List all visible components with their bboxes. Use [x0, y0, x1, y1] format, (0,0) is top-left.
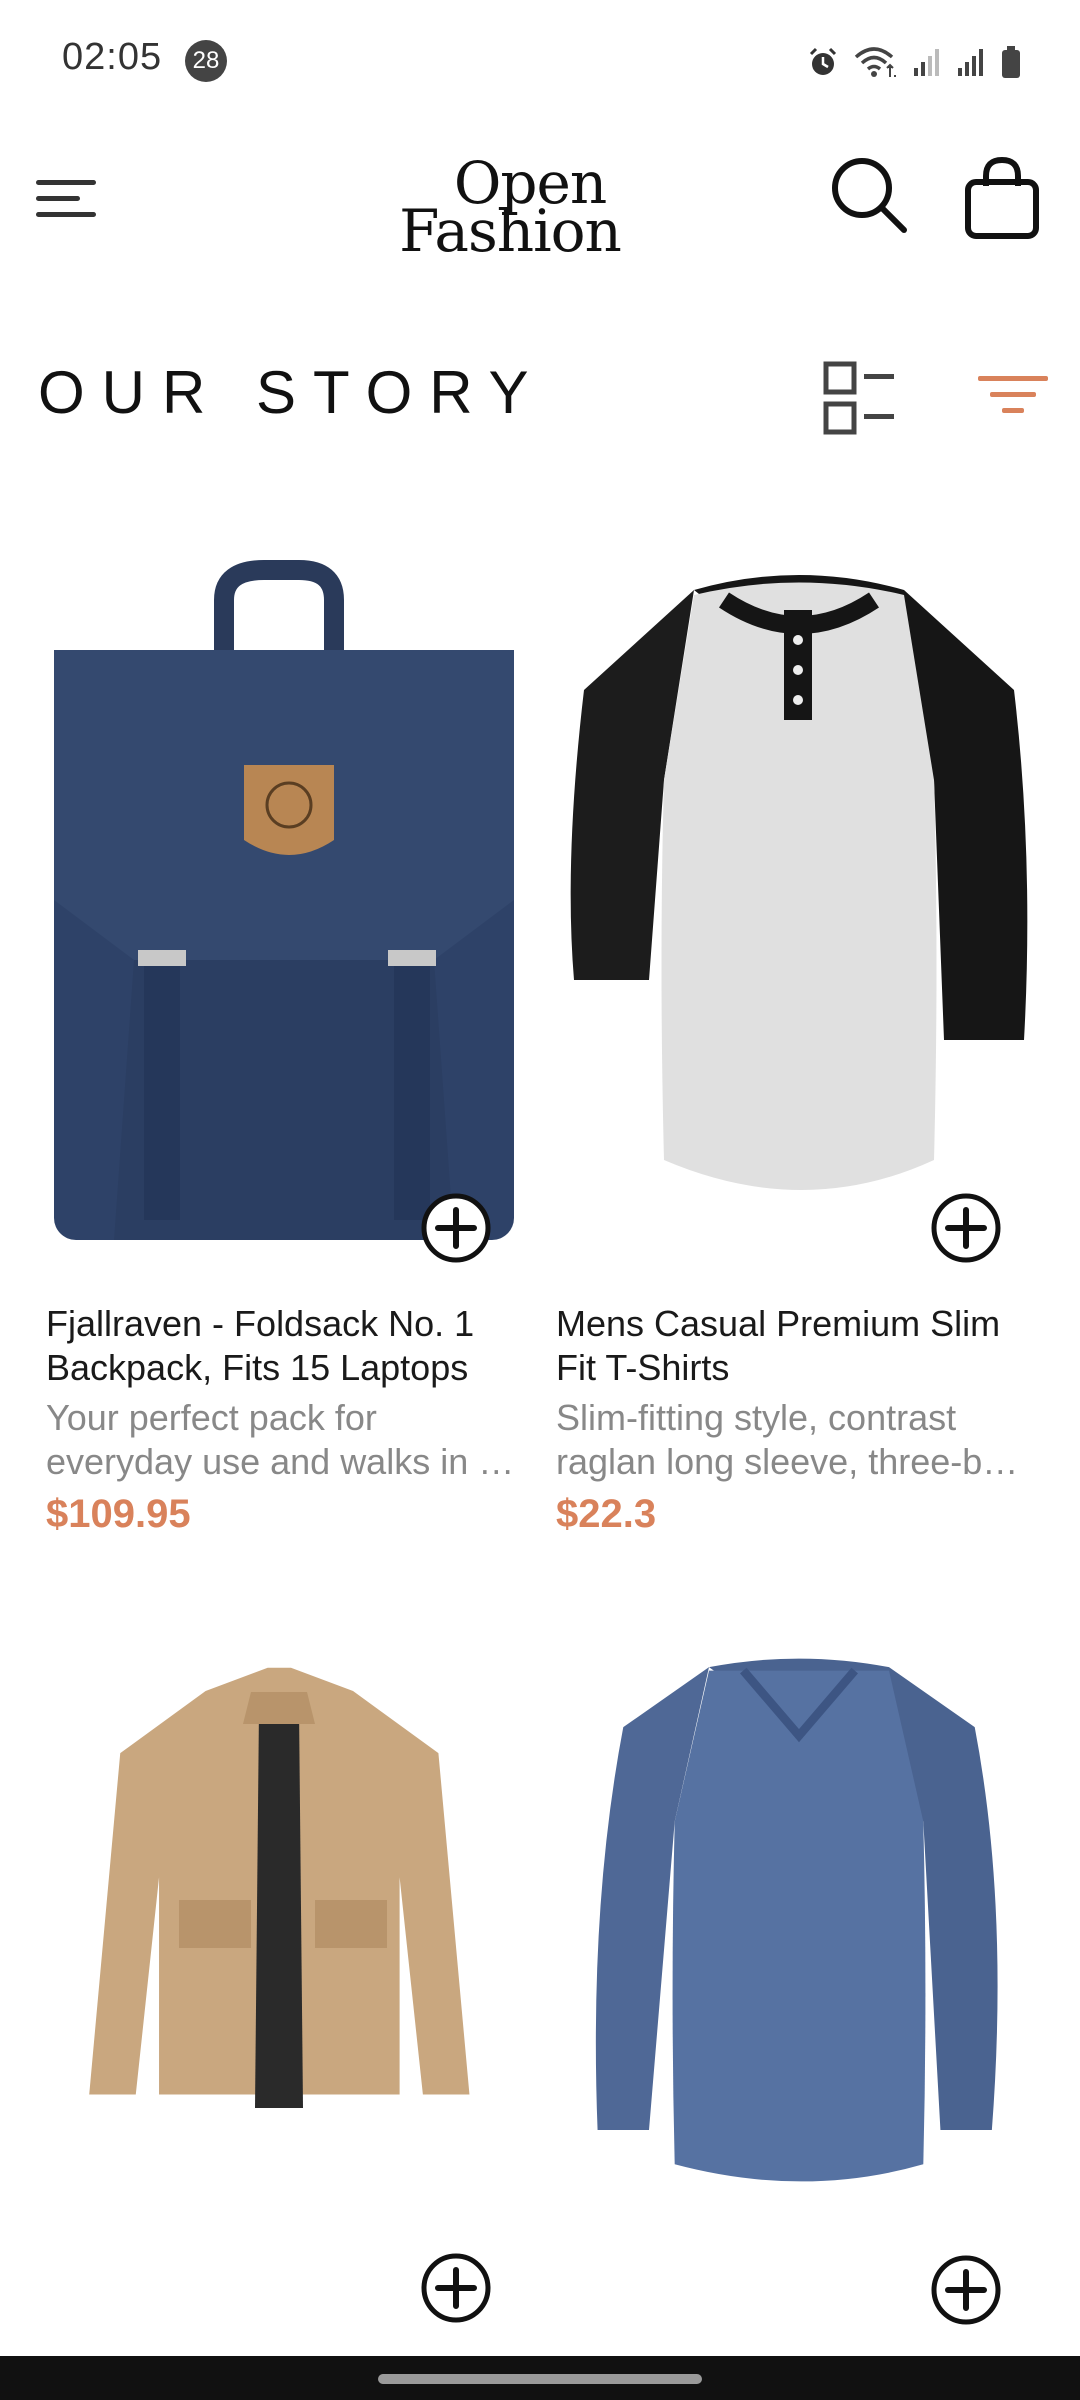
product-price: $22.3 [556, 1492, 657, 1536]
status-time: 02:05 [62, 36, 163, 78]
wifi-icon [854, 47, 896, 77]
shopping-bag-button[interactable] [960, 152, 1044, 242]
product-name[interactable]: Mens Casual Premium Slim Fit T-Shirts [556, 1302, 1036, 1390]
add-to-cart-button[interactable] [420, 2252, 492, 2324]
filter-button[interactable] [976, 372, 1050, 422]
product-card[interactable] [34, 1660, 524, 2323]
status-bar: 02:05 28 [0, 0, 1080, 120]
signal-icon [914, 49, 939, 76]
battery-icon [1002, 46, 1020, 78]
system-navigation-bar [0, 2356, 1080, 2400]
product-image-backpack[interactable] [34, 540, 524, 1240]
grid-layout-icon [823, 361, 894, 435]
search-button[interactable] [828, 154, 912, 238]
product-image-raglan-shirt[interactable] [554, 540, 1044, 1240]
product-card[interactable] [554, 1650, 1044, 2325]
add-to-cart-button[interactable] [420, 1192, 492, 1264]
section-title: OUR STORY [38, 359, 546, 426]
product-description: Slim-fitting style, contrast raglan long… [556, 1396, 1036, 1484]
layout-toggle-button[interactable] [822, 360, 898, 436]
product-description-text: Your perfect pack for everyday use and w… [46, 1397, 515, 1482]
shopping-bag-icon [965, 156, 1039, 239]
menu-button[interactable] [34, 168, 100, 228]
product-image-khaki-jacket[interactable] [34, 1660, 524, 2220]
search-icon [832, 158, 907, 233]
product-description: Your perfect pack for everyday use and w… [46, 1396, 526, 1484]
home-gesture-handle[interactable] [378, 2374, 702, 2384]
product-description-text: Slim-fitting style, contrast raglan long… [556, 1397, 1019, 1482]
alarm-icon [809, 47, 837, 75]
app-header: Open Fashion [0, 140, 1080, 270]
filter-icon [978, 376, 1048, 413]
logo-line2: Fashion [399, 196, 622, 265]
product-card[interactable]: Fjallraven - Foldsack No. 1 Backpack, Fi… [34, 540, 524, 1540]
app-logo: Open Fashion [390, 154, 630, 265]
add-to-cart-button[interactable] [930, 1192, 1002, 1264]
product-name[interactable]: Fjallraven - Foldsack No. 1 Backpack, Fi… [46, 1302, 526, 1390]
notification-count-badge: 28 [185, 40, 227, 82]
product-price: $109.95 [46, 1492, 191, 1536]
product-image-blue-shirt[interactable] [554, 1650, 1044, 2250]
add-to-cart-button[interactable] [930, 2254, 1002, 2326]
product-card[interactable]: Mens Casual Premium Slim Fit T-Shirts Sl… [554, 540, 1044, 1540]
menu-icon [36, 180, 96, 217]
status-icons [806, 42, 1022, 82]
signal-icon [958, 49, 983, 76]
